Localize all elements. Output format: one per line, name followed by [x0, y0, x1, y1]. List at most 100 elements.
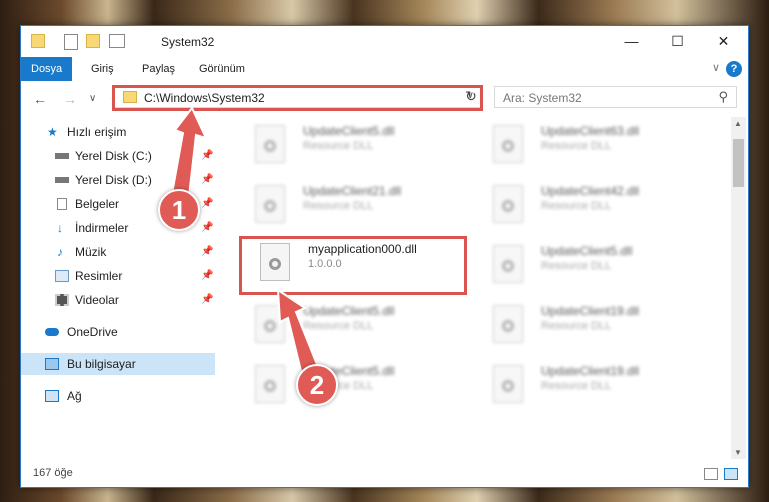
music-icon: ♪ — [57, 245, 63, 259]
callout-1: 1 — [158, 189, 200, 231]
navigation-bar: ← → ∨ ↑ C:\Windows\System32 ∨ ↻ Ara: Sys… — [21, 83, 748, 115]
list-item[interactable]: UpdateClient5.dll Resource DLL — [249, 121, 469, 177]
dll-file-icon — [255, 365, 285, 403]
navigation-pane: ★ Hızlı erişim Yerel Disk (C:) 📌 Yerel D… — [21, 121, 215, 461]
file-description: Resource DLL — [303, 320, 374, 332]
details-view-icon[interactable] — [704, 468, 718, 480]
sidebar-item-this-pc[interactable]: Bu bilgisayar — [21, 353, 215, 375]
list-item[interactable]: UpdateClient63.dll Resource DLL — [487, 121, 707, 177]
pin-icon[interactable]: 📌 — [201, 265, 213, 287]
file-name: UpdateClient19.dll — [541, 364, 640, 378]
star-icon: ★ — [47, 125, 58, 139]
drive-icon — [55, 153, 69, 159]
sidebar-item-label: Müzik — [75, 245, 107, 259]
sidebar-item-label: Belgeler — [75, 197, 120, 211]
pictures-icon — [55, 270, 69, 282]
ribbon-expand-icon[interactable]: ∨ — [712, 61, 720, 74]
pin-icon[interactable]: 📌 — [201, 145, 213, 167]
scrollbar-thumb[interactable] — [733, 139, 744, 187]
minimize-button[interactable]: — — [609, 30, 654, 52]
file-description: Resource DLL — [541, 260, 612, 272]
sidebar-item-local-disk-d[interactable]: Yerel Disk (D:) 📌 — [21, 169, 215, 191]
list-item[interactable]: UpdateClient19.dll Resource DLL — [487, 361, 707, 417]
close-button[interactable]: ✕ — [701, 30, 746, 52]
list-item[interactable]: UpdateClient19.dll Resource DLL — [487, 301, 707, 357]
file-description: Resource DLL — [541, 320, 612, 332]
sidebar-item-label: Yerel Disk (C:) — [75, 149, 152, 163]
cloud-icon — [45, 328, 59, 336]
tab-gorunum[interactable]: Görünüm — [189, 57, 255, 81]
back-button[interactable]: ← — [33, 91, 47, 107]
network-icon — [45, 390, 59, 402]
file-highlight — [239, 236, 467, 295]
recent-locations-button[interactable]: ∨ — [89, 93, 96, 104]
maximize-button[interactable]: ☐ — [655, 30, 700, 52]
list-item[interactable]: UpdateClient5.dll Resource DLL — [249, 361, 469, 417]
sidebar-item-label: Resimler — [75, 269, 123, 283]
address-highlight — [112, 85, 483, 111]
file-name: UpdateClient5.dll — [541, 244, 633, 258]
sidebar-item-pictures[interactable]: Resimler 📌 — [21, 265, 215, 287]
dll-file-icon — [255, 185, 285, 223]
dll-file-icon — [255, 305, 285, 343]
properties-icon[interactable] — [64, 34, 78, 50]
download-icon: ↓ — [57, 221, 63, 235]
sidebar-item-label: Yerel Disk (D:) — [75, 173, 152, 187]
explorer-window: System32 — ☐ ✕ Dosya Giriş Paylaş Görünü… — [20, 25, 749, 488]
title-bar: System32 — ☐ ✕ — [21, 26, 748, 57]
file-name: UpdateClient19.dll — [541, 304, 640, 318]
pin-icon[interactable]: 📌 — [201, 241, 213, 263]
sidebar-item-quick-access[interactable]: ★ Hızlı erişim — [21, 121, 215, 143]
film-icon — [55, 294, 69, 306]
dll-file-icon — [255, 125, 285, 163]
list-item[interactable]: UpdateClient42.dll Resource DLL — [487, 181, 707, 237]
sidebar-item-onedrive[interactable]: OneDrive — [21, 321, 215, 343]
file-description: Resource DLL — [303, 140, 374, 152]
scroll-up-icon[interactable]: ▲ — [734, 119, 742, 128]
file-name: UpdateClient21.dll — [303, 184, 402, 198]
search-icon: ⚲ — [718, 89, 728, 104]
customize-icon[interactable] — [109, 34, 125, 48]
pin-icon[interactable]: 📌 — [201, 169, 213, 191]
sidebar-item-local-disk-c[interactable]: Yerel Disk (C:) 📌 — [21, 145, 215, 167]
sidebar-item-network[interactable]: Ağ — [21, 385, 215, 407]
search-input[interactable]: Ara: System32 ⚲ — [494, 86, 737, 108]
folder-icon — [31, 34, 45, 48]
sidebar-item-music[interactable]: ♪ Müzik 📌 — [21, 241, 215, 263]
callout-2: 2 — [296, 364, 338, 406]
sidebar-item-label: Videolar — [75, 293, 119, 307]
sidebar-item-label: Bu bilgisayar — [67, 357, 136, 371]
item-count: 167 öğe — [33, 467, 73, 479]
file-name: UpdateClient63.dll — [541, 124, 640, 138]
pin-icon[interactable]: 📌 — [201, 217, 213, 239]
tab-paylas[interactable]: Paylaş — [132, 57, 185, 81]
file-description: Resource DLL — [541, 200, 612, 212]
file-description: Resource DLL — [303, 200, 374, 212]
help-icon[interactable]: ? — [726, 61, 742, 77]
file-description: Resource DLL — [541, 140, 612, 152]
forward-button[interactable]: → — [63, 91, 77, 107]
sidebar-item-label: OneDrive — [67, 325, 118, 339]
sidebar-item-label: İndirmeler — [75, 221, 129, 235]
dll-file-icon — [493, 305, 523, 343]
pin-icon[interactable]: 📌 — [201, 289, 213, 311]
large-icons-view-icon[interactable] — [724, 468, 738, 480]
list-item[interactable]: UpdateClient5.dll Resource DLL — [249, 301, 469, 357]
list-item[interactable]: UpdateClient21.dll Resource DLL — [249, 181, 469, 237]
file-description: Resource DLL — [541, 380, 612, 392]
tab-dosya[interactable]: Dosya — [21, 57, 73, 81]
dll-file-icon — [493, 365, 523, 403]
list-item[interactable]: UpdateClient5.dll Resource DLL — [487, 241, 707, 297]
tab-giris[interactable]: Giriş — [81, 57, 124, 81]
sidebar-item-videos[interactable]: Videolar 📌 — [21, 289, 215, 311]
vertical-scrollbar[interactable]: ▲ ▼ — [731, 117, 746, 459]
sidebar-item-label: Ağ — [67, 389, 82, 403]
pin-icon[interactable]: 📌 — [201, 193, 213, 215]
file-name: UpdateClient5.dll — [303, 304, 395, 318]
dll-file-icon — [493, 125, 523, 163]
dll-file-icon — [493, 245, 523, 283]
new-folder-icon[interactable] — [86, 34, 100, 48]
document-icon — [57, 198, 67, 210]
scroll-down-icon[interactable]: ▼ — [734, 448, 742, 457]
drive-icon — [55, 177, 69, 183]
